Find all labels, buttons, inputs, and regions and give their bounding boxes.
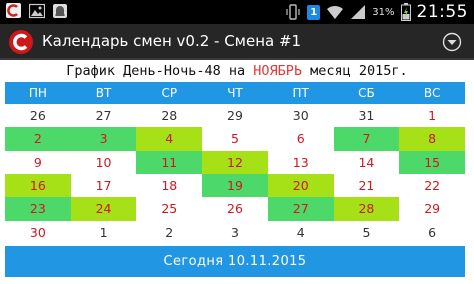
- calendar-day[interactable]: 10: [71, 151, 137, 174]
- calendar-day[interactable]: 7: [333, 127, 400, 151]
- calendar-day[interactable]: 1: [71, 221, 137, 244]
- weekday-thu: ЧТ: [227, 86, 243, 100]
- calendar-day[interactable]: 29: [399, 197, 465, 220]
- calendar-grid: 26 27 28 29 30 31 1 2 3 4 5 6 7 8 9 10 11 12 13 14 15 16 17 18 1…: [5, 104, 465, 244]
- calendar-day[interactable]: 14: [334, 151, 400, 174]
- calendar-day[interactable]: 3: [202, 221, 268, 244]
- calendar-day[interactable]: 30: [5, 221, 71, 244]
- schedule-title-suffix: месяц 2015г.: [310, 63, 408, 79]
- wifi-icon: [327, 5, 344, 19]
- calendar-day[interactable]: 18: [136, 174, 202, 197]
- calendar-day[interactable]: 2: [5, 127, 71, 151]
- weekday-mon: ПН: [28, 86, 47, 100]
- calendar-day[interactable]: 9: [5, 151, 71, 174]
- calendar-day[interactable]: 5: [202, 127, 268, 150]
- weekday-header: ПН ВТ СР ЧТ ПТ СБ ВС: [5, 82, 465, 104]
- calendar-day[interactable]: 3: [70, 127, 137, 151]
- calendar-day[interactable]: 24: [70, 197, 137, 221]
- weekday-tue: ВТ: [95, 86, 112, 100]
- app-c-icon: [6, 3, 21, 18]
- calendar-day[interactable]: 5: [334, 221, 400, 244]
- vibrate-icon: [286, 4, 300, 20]
- calendar-day[interactable]: 11: [136, 150, 203, 174]
- calendar-day[interactable]: 23: [5, 197, 71, 221]
- calendar-day[interactable]: 17: [71, 174, 137, 197]
- calendar-day[interactable]: 31: [334, 104, 400, 127]
- calendar-day[interactable]: 29: [202, 104, 268, 127]
- calendar-day[interactable]: 27: [267, 197, 334, 221]
- schedule-title-prefix: График День-Ночь-48 на: [66, 63, 246, 79]
- calendar-day[interactable]: 25: [136, 197, 202, 220]
- weekday-sun: ВС: [423, 86, 441, 100]
- calendar-day[interactable]: 1: [399, 104, 465, 127]
- today-button[interactable]: Сегодня 10.11.2015: [5, 246, 465, 277]
- calendar-day[interactable]: 22: [399, 174, 465, 197]
- signal-icon: [351, 5, 366, 19]
- clock: 21:55: [416, 2, 468, 22]
- calendar-day[interactable]: 28: [333, 197, 400, 221]
- calendar-day[interactable]: 6: [399, 221, 465, 244]
- calendar-day[interactable]: 27: [71, 104, 137, 127]
- calendar-day[interactable]: 28: [136, 104, 202, 127]
- calendar-day[interactable]: 19: [202, 174, 268, 198]
- overflow-menu-button[interactable]: [442, 32, 462, 52]
- calendar-day[interactable]: 21: [334, 174, 400, 197]
- weekday-fri: ПТ: [292, 86, 309, 100]
- calendar-day[interactable]: 15: [399, 150, 465, 174]
- action-bar: Календарь смен v0.2 - Смена #1: [0, 24, 474, 60]
- app-logo-icon[interactable]: [8, 29, 34, 55]
- calendar-day[interactable]: 30: [268, 104, 334, 127]
- calendar-day[interactable]: 4: [136, 127, 203, 151]
- calendar-day[interactable]: 26: [5, 104, 71, 127]
- weekday-sat: СБ: [358, 86, 375, 100]
- calendar-day[interactable]: 16: [5, 174, 71, 198]
- calendar-day[interactable]: 12: [202, 150, 268, 174]
- calendar-day[interactable]: 2: [136, 221, 202, 244]
- calendar-day[interactable]: 8: [399, 127, 465, 151]
- weekday-wed: СР: [161, 86, 178, 100]
- calendar-day[interactable]: 13: [268, 151, 334, 174]
- app-title: Календарь смен v0.2 - Смена #1: [42, 32, 302, 50]
- schedule-title: График День-Ночь-48 на НОЯБРЬ месяц 2015…: [0, 63, 474, 81]
- image-icon: [29, 3, 45, 19]
- battery-percent: 31%: [372, 6, 395, 18]
- battery-icon: [400, 3, 411, 21]
- schedule-month[interactable]: НОЯБРЬ: [253, 63, 302, 79]
- android-icon: [53, 4, 67, 18]
- status-bar: 1 31% 21:55: [0, 0, 474, 24]
- calendar-day[interactable]: 20: [267, 174, 334, 198]
- calendar-day[interactable]: 4: [268, 221, 334, 244]
- notification-badge: 1: [307, 4, 321, 20]
- calendar-day[interactable]: 6: [268, 127, 334, 150]
- calendar-day[interactable]: 26: [202, 197, 268, 220]
